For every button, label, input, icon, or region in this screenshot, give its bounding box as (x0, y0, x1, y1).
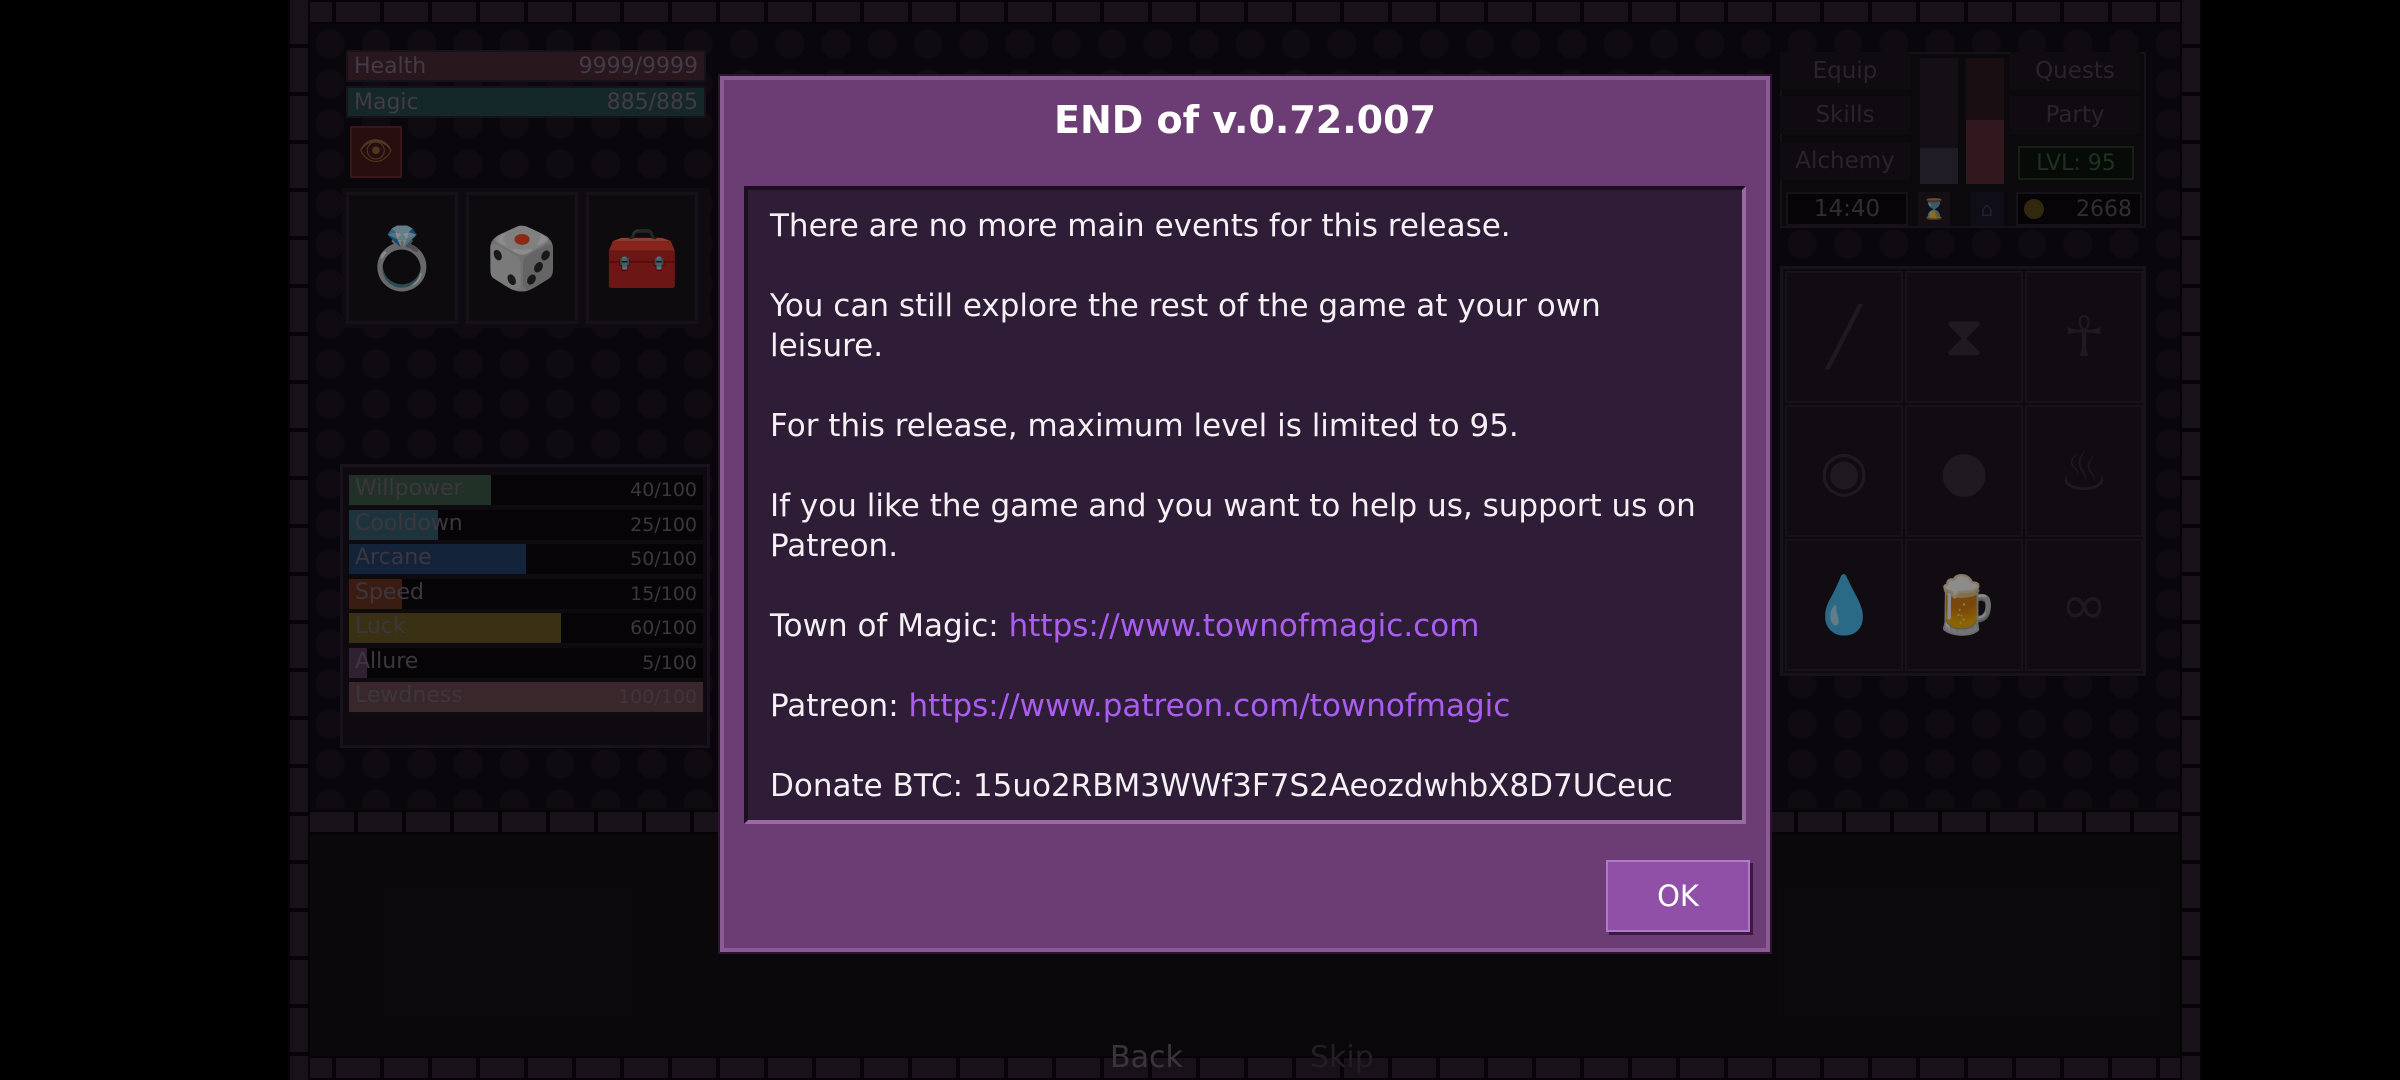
dialog-paragraph: If you like the game and you want to hel… (770, 488, 1696, 564)
town-link[interactable]: https://www.townofmagic.com (1009, 608, 1480, 644)
town-label: Town of Magic: (770, 608, 1009, 644)
dialog-title: END of v.0.72.007 (1053, 98, 1437, 142)
patreon-label: Patreon: (770, 688, 909, 724)
dialog-body: There are no more main events for this r… (744, 186, 1746, 824)
dialog-paragraph: There are no more main events for this r… (770, 208, 1511, 244)
patreon-line: Patreon: https://www.patreon.com/townofm… (770, 686, 1720, 726)
dialog-paragraph: For this release, maximum level is limit… (770, 408, 1519, 444)
town-line: Town of Magic: https://www.townofmagic.c… (770, 606, 1720, 646)
dialog-paragraph: You can still explore the rest of the ga… (770, 288, 1601, 364)
patreon-link[interactable]: https://www.patreon.com/townofmagic (909, 688, 1511, 724)
ok-button[interactable]: OK (1606, 860, 1750, 932)
end-dialog: END of v.0.72.007 There are no more main… (720, 76, 1770, 952)
btc-line: Donate BTC: 15uo2RBM3WWf3F7S2AeozdwhbX8D… (770, 768, 1673, 804)
